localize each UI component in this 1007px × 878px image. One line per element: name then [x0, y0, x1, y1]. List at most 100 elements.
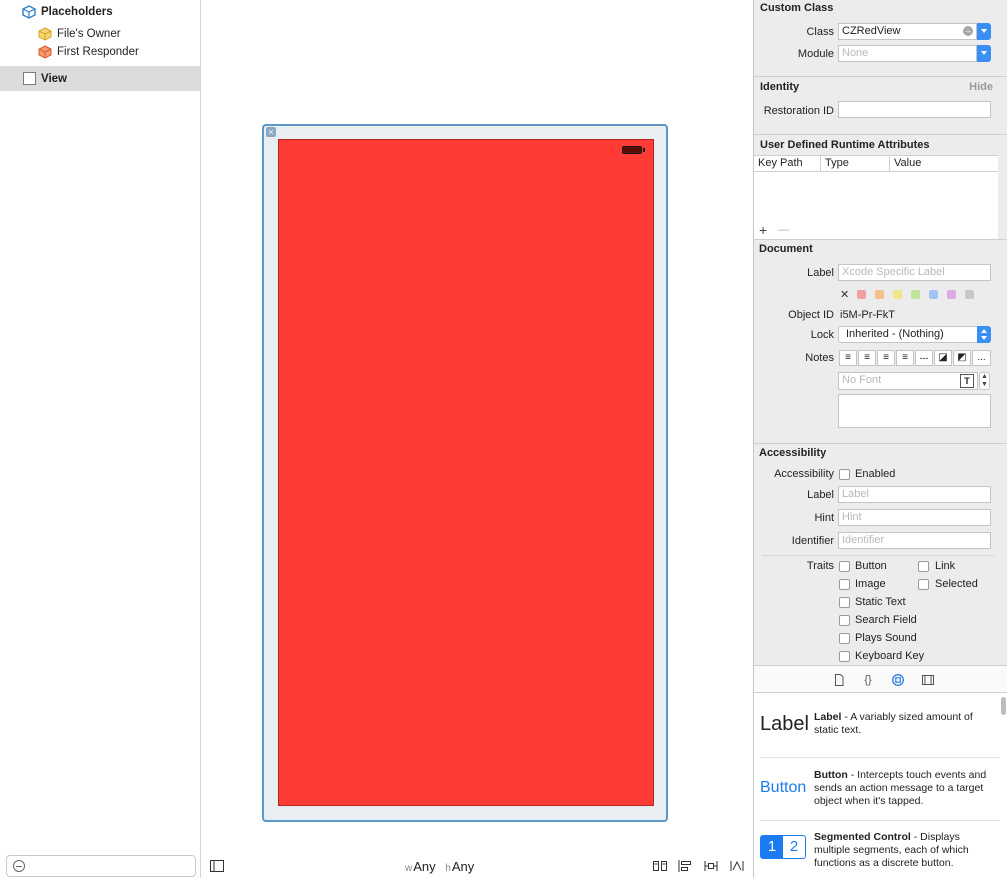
add-attribute-button[interactable]: + [759, 222, 767, 238]
pin-icon[interactable] [704, 860, 718, 872]
align-center-icon[interactable]: ≡ [858, 350, 876, 366]
remove-attribute-button[interactable]: — [778, 224, 789, 236]
divider [754, 134, 1007, 135]
lock-popup[interactable]: Inherited - (Nothing) [838, 326, 978, 343]
outline-first-responder-label: First Responder [57, 46, 139, 58]
object-id-value: i5M-Pr-FkT [840, 309, 895, 321]
trait-static-text-checkbox[interactable] [839, 597, 850, 608]
trait-button-label: Button [855, 560, 887, 572]
hint-label: Hint [814, 512, 834, 524]
object-library-list: Label Label - A variably sized amount of… [754, 693, 1007, 878]
trait-button-checkbox[interactable] [839, 561, 850, 572]
arrow-circle-icon[interactable]: → [963, 26, 973, 36]
color-swatch-yellow[interactable] [893, 290, 902, 299]
font-picker-icon[interactable]: T [960, 374, 974, 388]
column-key-path[interactable]: Key Path [754, 156, 821, 171]
runtime-attributes-title: User Defined Runtime Attributes [760, 139, 930, 151]
hide-link[interactable]: Hide [969, 81, 993, 93]
outline-placeholders[interactable]: Placeholders [0, 1, 200, 23]
lock-popup-arrows[interactable] [977, 326, 991, 343]
clear-color-icon[interactable]: ✕ [840, 288, 849, 301]
font-size-stepper[interactable]: ▲ ▼ [979, 372, 990, 390]
restoration-id-field[interactable] [838, 101, 991, 118]
notes-textarea[interactable] [838, 394, 991, 428]
class-label: Class [806, 26, 834, 38]
color-swatch-purple[interactable] [947, 290, 956, 299]
color-swatch-blue[interactable] [929, 290, 938, 299]
label-thumbnail: Label [760, 713, 809, 735]
background-color-icon[interactable]: ◩ [953, 350, 971, 366]
acc-label-field[interactable]: Label [838, 486, 991, 503]
align-natural-icon[interactable]: --- [915, 350, 933, 366]
align-left-icon[interactable]: ≡ [839, 350, 857, 366]
library-scrollbar[interactable] [1001, 697, 1006, 715]
module-field[interactable]: None [838, 45, 977, 62]
accessibility-enabled-checkbox[interactable] [839, 469, 850, 480]
toggle-outline-icon[interactable] [210, 860, 224, 872]
align-right-icon[interactable]: ≡ [877, 350, 895, 366]
color-swatch-red[interactable] [857, 290, 866, 299]
column-type[interactable]: Type [821, 156, 890, 171]
trait-selected-label: Selected [935, 578, 978, 590]
hint-field[interactable]: Hint [838, 509, 991, 526]
library-item-segmented-control[interactable]: 1 2 Segmented Control - Displays multipl… [754, 825, 1007, 875]
object-library-icon[interactable] [892, 674, 904, 686]
library-tab-bar: {} [754, 665, 1007, 693]
cube-icon [22, 5, 36, 19]
identifier-label: Identifier [791, 535, 834, 547]
outline-filter-field[interactable] [6, 855, 196, 877]
runtime-attributes-table[interactable]: Key Path Type Value [754, 155, 998, 240]
notes-label: Notes [805, 352, 834, 364]
battery-icon [622, 146, 642, 154]
trait-plays-sound-checkbox[interactable] [839, 633, 850, 644]
code-snippet-icon[interactable]: {} [862, 674, 874, 686]
identifier-field[interactable]: Identifier [838, 532, 991, 549]
library-item-label[interactable]: Label Label - A variably sized amount of… [754, 703, 1007, 751]
stack-icon[interactable] [653, 860, 667, 872]
file-template-icon[interactable] [833, 674, 845, 686]
media-library-icon[interactable] [922, 674, 934, 686]
view-icon [23, 72, 36, 85]
outline-first-responder[interactable]: First Responder [0, 41, 200, 63]
size-w-value: Any [413, 859, 436, 874]
size-w-prefix: w [405, 863, 413, 874]
class-dropdown-button[interactable] [977, 23, 991, 40]
class-field[interactable]: CZRedView → [838, 23, 977, 40]
filter-icon [13, 860, 25, 872]
close-icon[interactable]: × [266, 127, 276, 137]
button-thumbnail: Button [760, 779, 807, 796]
text-color-icon[interactable]: ◪ [934, 350, 952, 366]
document-outline: Placeholders File's Owner First Responde… [0, 0, 201, 878]
document-label-field[interactable]: Xcode Specific Label [838, 264, 991, 281]
color-swatch-green[interactable] [911, 290, 920, 299]
color-swatch-orange[interactable] [875, 290, 884, 299]
more-options-button[interactable]: ... [972, 350, 991, 366]
align-justify-icon[interactable]: ≡ [896, 350, 914, 366]
canvas-bottom-bar: wAny hAny [201, 853, 753, 878]
column-value[interactable]: Value [890, 156, 998, 171]
object-id-label: Object ID [788, 309, 834, 321]
red-view[interactable] [278, 139, 654, 806]
size-class-control[interactable]: wAny hAny [405, 859, 474, 874]
resolve-issues-icon[interactable] [730, 860, 744, 872]
trait-search-field-checkbox[interactable] [839, 615, 850, 626]
identity-title: Identity [760, 81, 800, 93]
trait-image-checkbox[interactable] [839, 579, 850, 590]
outline-view[interactable]: View [0, 66, 200, 91]
align-icon[interactable] [678, 860, 692, 872]
trait-link-label: Link [935, 560, 956, 572]
font-field[interactable]: No Font T [838, 372, 978, 390]
lock-label: Lock [810, 329, 834, 341]
module-dropdown-button[interactable] [977, 45, 991, 62]
color-swatch-gray[interactable] [965, 290, 974, 299]
library-item-button[interactable]: Button Button - Intercepts touch events … [754, 763, 1007, 819]
document-title: Document [759, 243, 813, 255]
class-value: CZRedView [842, 25, 901, 37]
trait-link-checkbox[interactable] [918, 561, 929, 572]
trait-search-field-label: Search Field [855, 614, 917, 626]
trait-keyboard-key-checkbox[interactable] [839, 651, 850, 662]
outline-files-owner-label: File's Owner [57, 28, 121, 40]
trait-selected-checkbox[interactable] [918, 579, 929, 590]
divider [754, 443, 1007, 444]
divider [754, 239, 1007, 240]
